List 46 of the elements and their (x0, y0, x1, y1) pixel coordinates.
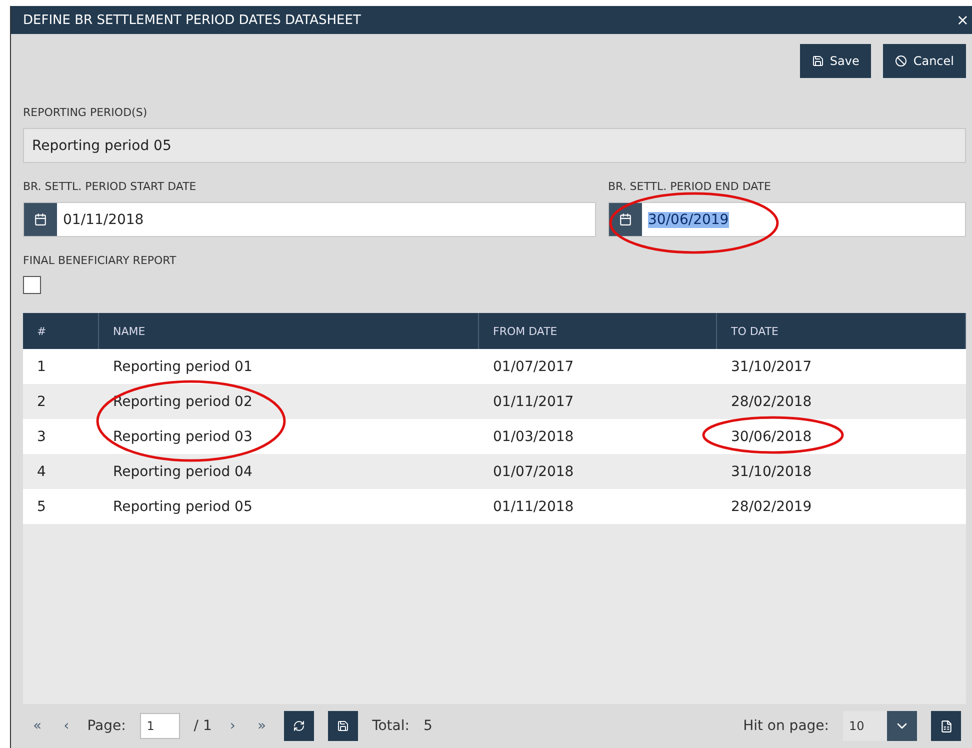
column-header[interactable]: TO DATE (717, 313, 966, 349)
table-cell: 28/02/2019 (717, 489, 966, 524)
reporting-period-field[interactable]: Reporting period 05 (23, 128, 966, 163)
field-label: BR. SETTL. PERIOD START DATE (23, 180, 198, 194)
table-cell: 4 (23, 454, 99, 489)
field-label: REPORTING PERIOD(S) (23, 106, 148, 120)
table-cell: Reporting period 04 (99, 454, 479, 489)
table-cell: 01/07/2018 (479, 454, 717, 489)
table-cell: Reporting period 02 (99, 384, 479, 419)
checkbox-label: FINAL BENEFICIARY REPORT (23, 254, 178, 268)
save-button[interactable]: Save (800, 44, 872, 78)
column-header[interactable]: FROM DATE (479, 313, 717, 349)
table-cell: 30/06/2018 (717, 419, 966, 454)
page-input[interactable]: 1 (140, 713, 180, 739)
table-cell: 01/11/2018 (479, 489, 717, 524)
hits-label: Hit on page: (743, 718, 829, 734)
close-button[interactable]: × (956, 11, 969, 29)
table-cell: 01/07/2017 (479, 349, 717, 384)
table-cell: 2 (23, 384, 99, 419)
table-cell: 3 (23, 419, 99, 454)
date-field[interactable]: 30/06/2019 (608, 202, 966, 237)
table-cell: 31/10/2017 (717, 349, 966, 384)
next-page-button[interactable]: › (226, 718, 240, 734)
table-cell: 1 (23, 349, 99, 384)
table-cell: 01/11/2017 (479, 384, 717, 419)
page-label: Page: (87, 718, 126, 734)
table-cell: 5 (23, 489, 99, 524)
previous-page-button[interactable]: ‹ (60, 718, 74, 734)
last-page-button[interactable]: » (253, 718, 270, 734)
table-cell: Reporting period 01 (99, 349, 479, 384)
column-header[interactable]: NAME (99, 313, 479, 349)
table-cell: 31/10/2018 (717, 454, 966, 489)
date-field[interactable]: 01/11/2018 (23, 202, 596, 237)
total-label: Total: (372, 718, 410, 734)
first-page-button[interactable]: « (29, 718, 46, 734)
table-cell: 01/03/2018 (479, 419, 717, 454)
table-cell: Reporting period 03 (99, 419, 479, 454)
field-label: BR. SETTL. PERIOD END DATE (608, 180, 772, 194)
window-title: DEFINE BR SETTLEMENT PERIOD DATES DATASHEET (23, 12, 361, 28)
column-header[interactable]: # (23, 313, 99, 349)
total-count: 5 (423, 718, 432, 734)
page-count: / 1 (194, 718, 212, 734)
cancel-button[interactable]: Cancel (883, 44, 966, 78)
table-cell: Reporting period 05 (99, 489, 479, 524)
table-cell: 28/02/2018 (717, 384, 966, 419)
hits-select[interactable]: 10 (843, 711, 887, 741)
